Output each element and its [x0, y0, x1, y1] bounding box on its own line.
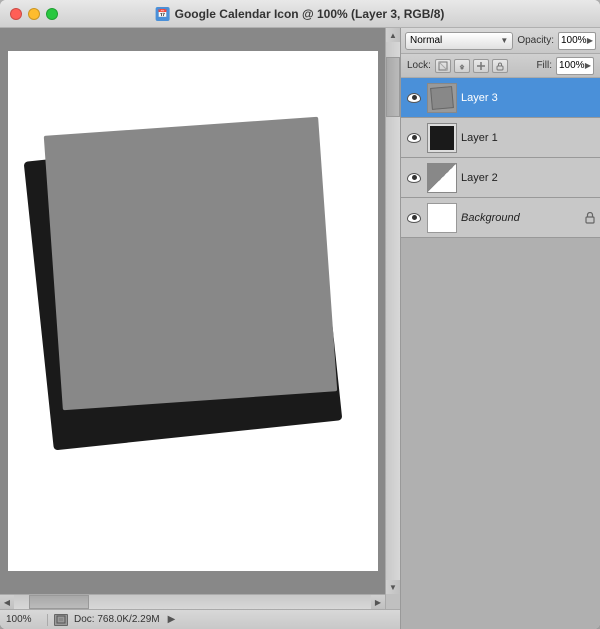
- layer-item-layer3[interactable]: Layer 3: [401, 78, 600, 118]
- eye-pupil: [412, 215, 417, 220]
- lock-position-btn[interactable]: [473, 59, 489, 73]
- opacity-label: Opacity:: [517, 35, 554, 46]
- scroll-down-arrow[interactable]: ▼: [386, 580, 400, 594]
- layer2-visibility[interactable]: [405, 169, 423, 187]
- canvas-inner: [8, 51, 378, 571]
- background-thumb-content: [428, 204, 456, 232]
- eye-icon: [407, 213, 421, 223]
- eye-pupil: [412, 95, 417, 100]
- status-divider: [47, 614, 48, 626]
- layer3-thumbnail: [427, 83, 457, 113]
- layer-item-layer2[interactable]: Layer 2: [401, 158, 600, 198]
- eye-pupil: [412, 175, 417, 180]
- lock-icons: [435, 59, 508, 73]
- background-thumbnail: [427, 203, 457, 233]
- opacity-value: 100%: [561, 35, 587, 46]
- close-button[interactable]: [10, 8, 22, 20]
- eye-icon: [407, 133, 421, 143]
- opacity-input[interactable]: 100% ▶: [558, 32, 596, 50]
- fill-input[interactable]: 100% ▶: [556, 57, 594, 75]
- layer-item-background[interactable]: Background: [401, 198, 600, 238]
- doc-size: Doc: 768.0K/2.29M: [74, 614, 160, 625]
- layer2-name: Layer 2: [461, 172, 596, 184]
- layer3-thumb-content: [430, 86, 454, 110]
- blend-opacity-row: Normal ▼ Opacity: 100% ▶: [401, 28, 600, 54]
- maximize-button[interactable]: [46, 8, 58, 20]
- scrollbar-thumb[interactable]: [386, 57, 400, 117]
- canvas-statusbar: 100% Doc: 768.0K/2.29M ▶: [0, 609, 400, 629]
- canvas-layer-gray: [43, 117, 337, 411]
- scroll-left-arrow[interactable]: ◀: [0, 595, 14, 609]
- h-scrollbar-thumb[interactable]: [29, 595, 89, 609]
- layer1-thumb-content: [430, 126, 454, 150]
- eye-icon: [407, 93, 421, 103]
- background-name: Background: [461, 212, 580, 224]
- h-scroll-area: ◀ ▶: [0, 594, 400, 609]
- app-window: 📅 Google Calendar Icon @ 100% (Layer 3, …: [0, 0, 600, 629]
- fill-arrow: ▶: [585, 61, 591, 70]
- eye-pupil: [412, 135, 417, 140]
- lock-pixels-btn[interactable]: [454, 59, 470, 73]
- fill-value: 100%: [559, 60, 585, 71]
- vertical-scrollbar[interactable]: ▲ ▼: [385, 28, 400, 594]
- eye-icon: [407, 173, 421, 183]
- scroll-up-arrow[interactable]: ▲: [386, 28, 400, 42]
- canvas-area[interactable]: [0, 28, 385, 594]
- layer3-name: Layer 3: [461, 92, 596, 104]
- traffic-lights: [10, 8, 58, 20]
- blend-mode-select[interactable]: Normal ▼: [405, 32, 513, 50]
- background-visibility[interactable]: [405, 209, 423, 227]
- blend-mode-arrow: ▼: [500, 36, 508, 45]
- blend-mode-label: Normal: [410, 35, 442, 46]
- canvas-with-scrollbar: ▲ ▼: [0, 28, 400, 594]
- canvas-nav-icon[interactable]: [54, 614, 68, 626]
- title-text: Google Calendar Icon @ 100% (Layer 3, RG…: [175, 7, 445, 21]
- layer-item-layer1[interactable]: Layer 1: [401, 118, 600, 158]
- horizontal-scrollbar[interactable]: ◀ ▶: [0, 594, 385, 609]
- zoom-level: 100%: [6, 614, 41, 625]
- main-content: ▲ ▼ ◀ ▶ 100%: [0, 28, 600, 629]
- window-title: 📅 Google Calendar Icon @ 100% (Layer 3, …: [156, 7, 445, 21]
- layers-list: Layer 3 Layer 1: [401, 78, 600, 629]
- lock-label: Lock:: [407, 60, 431, 71]
- opacity-arrow: ▶: [587, 36, 593, 45]
- layer2-thumbnail: [427, 163, 457, 193]
- layer1-name: Layer 1: [461, 132, 596, 144]
- titlebar: 📅 Google Calendar Icon @ 100% (Layer 3, …: [0, 0, 600, 28]
- background-lock-icon: [584, 211, 596, 225]
- lock-fill-row: Lock:: [401, 54, 600, 78]
- app-icon: 📅: [156, 7, 170, 21]
- layer1-thumbnail: [427, 123, 457, 153]
- layer2-thumb-content: [428, 164, 456, 192]
- layers-panel: Normal ▼ Opacity: 100% ▶ Lock:: [400, 28, 600, 629]
- scroll-right-arrow[interactable]: ▶: [371, 595, 385, 609]
- status-arrow[interactable]: ▶: [168, 614, 176, 625]
- minimize-button[interactable]: [28, 8, 40, 20]
- lock-transparent-btn[interactable]: [435, 59, 451, 73]
- canvas-section: ▲ ▼ ◀ ▶ 100%: [0, 28, 400, 629]
- scroll-corner: [385, 594, 400, 609]
- fill-label: Fill:: [536, 60, 552, 71]
- lock-all-btn[interactable]: [492, 59, 508, 73]
- layer1-visibility[interactable]: [405, 129, 423, 147]
- layer3-visibility[interactable]: [405, 89, 423, 107]
